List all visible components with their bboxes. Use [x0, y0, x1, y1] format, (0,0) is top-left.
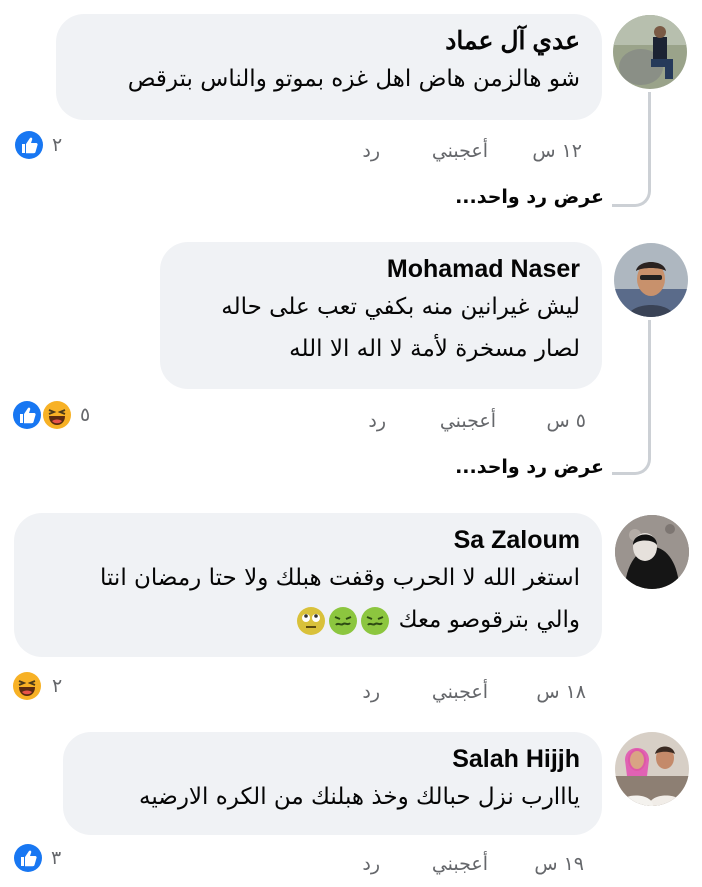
reaction-summary[interactable]: ٢: [12, 671, 82, 703]
like-button[interactable]: أعجبني: [432, 136, 488, 166]
avatar[interactable]: [614, 243, 688, 317]
nauseated-face-icon: [361, 606, 390, 635]
reaction-count: ٣: [51, 847, 62, 869]
reply-button[interactable]: رد: [368, 406, 386, 436]
comment-bubble: Salah Hijjh يااارب نزل حبالك وخذ هبلنك م…: [63, 732, 602, 835]
reply-thread-line: [612, 320, 651, 475]
like-reaction-icon: [15, 131, 43, 159]
comment-author[interactable]: Salah Hijjh: [85, 742, 580, 776]
reaction-count: ٢: [52, 134, 63, 156]
comment-timestamp[interactable]: ١٨ س: [536, 677, 586, 707]
avatar[interactable]: [615, 732, 689, 806]
haha-reaction-icon: [43, 401, 71, 429]
view-replies-link[interactable]: عرض رد واحد...: [455, 186, 604, 208]
nauseated-face-icon: [329, 606, 358, 635]
avatar[interactable]: [615, 515, 689, 589]
like-button[interactable]: أعجبني: [440, 406, 496, 436]
reply-button[interactable]: رد: [362, 136, 380, 166]
comment-timestamp[interactable]: ١٩ س: [534, 849, 584, 879]
haha-reaction-icon: [13, 672, 41, 700]
face-with-rolling-eyes-icon: [297, 606, 326, 635]
reaction-summary[interactable]: ٣: [13, 843, 73, 875]
comment-bubble: Mohamad Naser ليش غيرانين منه بكفي تعب ع…: [160, 242, 602, 389]
like-reaction-icon: [14, 844, 42, 872]
reaction-summary[interactable]: ٢: [14, 130, 74, 162]
comment-text: لصار مسخرة لأمة لا اله الا الله: [289, 336, 580, 362]
comment-actions: ٥ س أعجبني رد: [350, 406, 600, 436]
comment-text: شو هالزمن هاض اهل غزه بموتو والناس بترقص: [127, 66, 580, 92]
reply-thread-line: [612, 92, 651, 207]
like-reaction-icon: [13, 401, 41, 429]
comment-text: ليش غيرانين منه بكفي تعب على حاله: [221, 294, 580, 320]
comment-bubble: عدي آل عماد شو هالزمن هاض اهل غزه بموتو …: [56, 14, 602, 120]
comment-text: والي بترقوصو معك: [398, 607, 580, 633]
comment-timestamp[interactable]: ٥ س: [547, 406, 586, 436]
avatar[interactable]: [613, 15, 687, 89]
comment-text-line: والي بترقوصو معك: [36, 599, 580, 641]
comment-actions: ١٢ س أعجبني رد: [340, 136, 590, 166]
comment-text: يااارب نزل حبالك وخذ هبلنك من الكره الار…: [139, 784, 580, 810]
comment-timestamp[interactable]: ١٢ س: [532, 136, 582, 166]
like-button[interactable]: أعجبني: [432, 677, 488, 707]
view-replies-link[interactable]: عرض رد واحد...: [455, 456, 604, 478]
reply-button[interactable]: رد: [362, 849, 380, 879]
comment-author[interactable]: عدي آل عماد: [78, 24, 580, 58]
comment-bubble: Sa Zaloum استغر الله لا الحرب وقفت هبلك …: [14, 513, 602, 657]
comment-author[interactable]: Mohamad Naser: [182, 252, 580, 286]
reaction-count: ٥: [80, 404, 91, 426]
comment-text: استغر الله لا الحرب وقفت هبلك ولا حتا رم…: [99, 565, 580, 591]
reaction-summary[interactable]: ٥: [12, 400, 102, 432]
reply-button[interactable]: رد: [362, 677, 380, 707]
reaction-count: ٢: [52, 675, 63, 697]
comment-author[interactable]: Sa Zaloum: [36, 523, 580, 557]
like-button[interactable]: أعجبني: [432, 849, 488, 879]
comment-actions: ١٩ س أعجبني رد: [340, 849, 590, 879]
comment-actions: ١٨ س أعجبني رد: [340, 677, 590, 707]
